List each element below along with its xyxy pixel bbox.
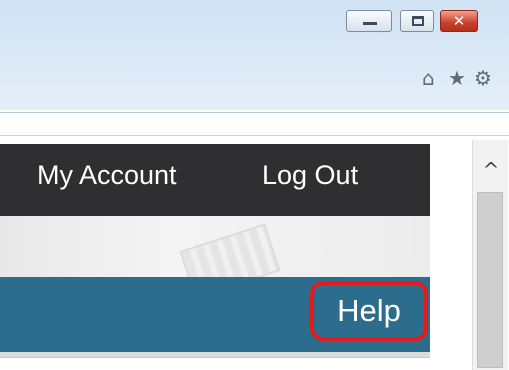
favorites-star-icon[interactable]: ★ (448, 68, 466, 88)
close-icon: ✕ (452, 12, 466, 30)
browser-chrome: ✕ ⌂ ★ ⚙ (0, 0, 509, 110)
top-navigation: My Account Log Out (0, 144, 430, 216)
page-viewport: My Account Log Out Help ^ (0, 137, 509, 370)
vertical-scrollbar[interactable]: ^ (472, 140, 508, 370)
scroll-up-icon[interactable]: ^ (473, 152, 509, 188)
minimize-button[interactable] (346, 10, 392, 32)
home-icon[interactable]: ⌂ (422, 68, 435, 88)
close-button[interactable]: ✕ (440, 10, 478, 32)
log-out-link[interactable]: Log Out (262, 160, 358, 190)
gear-icon[interactable]: ⚙ (474, 68, 492, 88)
maximize-button[interactable] (400, 10, 434, 32)
my-account-link[interactable]: My Account (37, 160, 177, 190)
scroll-thumb[interactable] (477, 192, 503, 368)
address-bar[interactable] (0, 112, 509, 136)
help-button[interactable]: Help (310, 281, 428, 341)
maximize-icon (412, 16, 424, 26)
header-banner (0, 216, 430, 278)
divider (0, 352, 430, 358)
menu-bar: Help (0, 277, 430, 352)
minimize-icon (363, 22, 377, 25)
film-strip-graphic (179, 223, 281, 278)
